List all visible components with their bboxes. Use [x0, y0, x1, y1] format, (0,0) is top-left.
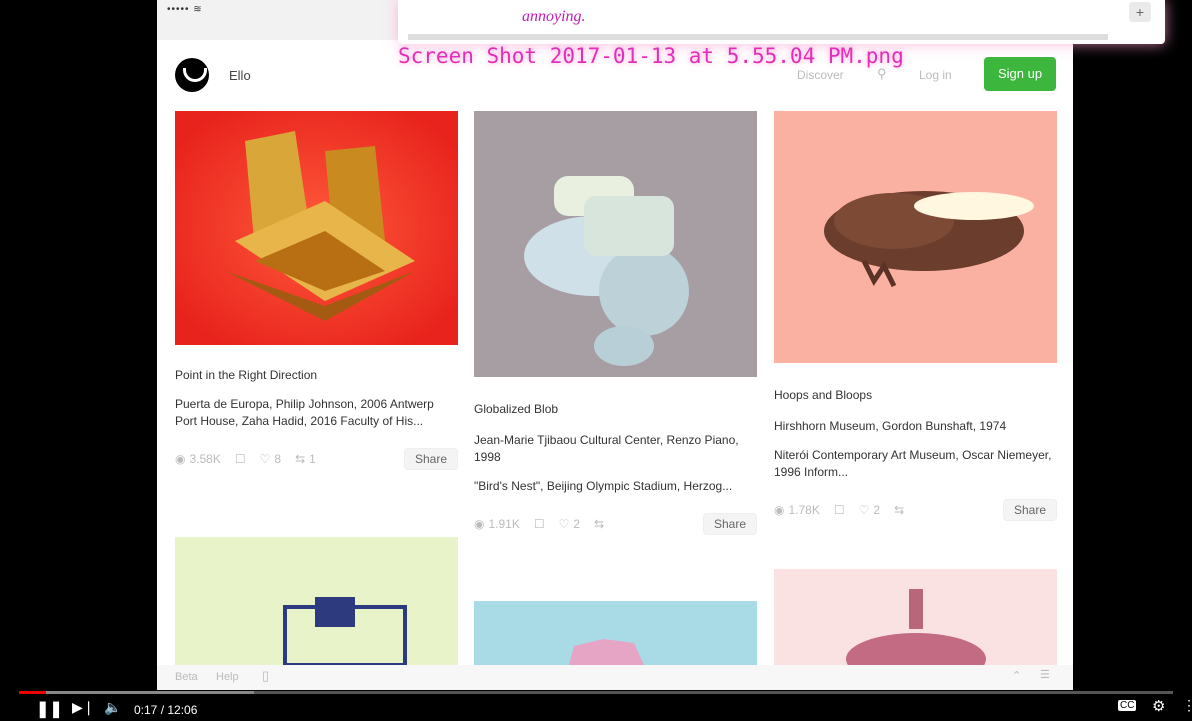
- chevron-up-icon[interactable]: ⌃: [1012, 669, 1021, 682]
- likes-count: 2: [873, 503, 881, 517]
- likes-count: 2: [573, 517, 581, 531]
- heart-icon[interactable]: ♡: [260, 452, 271, 466]
- views-count: 1.91K: [488, 517, 520, 531]
- video-controls: ❚❚ ▶❘ 🔈 0:17 / 12:06 CC ⚙ ⋮: [0, 694, 1192, 721]
- post-stats: ◉ 1.91K ☐ ♡ 2 ⇆ Share: [474, 513, 757, 535]
- post-description: "Bird's Nest", Beijing Olympic Stadium, …: [474, 479, 733, 493]
- views-count: 1.78K: [788, 503, 820, 517]
- login-link[interactable]: Log in: [919, 68, 952, 82]
- comment-icon[interactable]: ☐: [834, 503, 845, 517]
- signup-button[interactable]: Sign up: [984, 57, 1056, 91]
- menu-icon[interactable]: ☰: [1040, 668, 1050, 681]
- help-link[interactable]: Help: [216, 671, 239, 683]
- heart-icon[interactable]: ♡: [859, 503, 870, 517]
- footer: Beta Help ▯ ⌃ ☰: [157, 665, 1073, 690]
- overlay-panel: annoying. +: [398, 0, 1165, 44]
- post-image[interactable]: [474, 111, 757, 377]
- time-display: 0:17 / 12:06: [134, 703, 198, 717]
- post-description: Niterói Contemporary Art Museum, Oscar N…: [774, 448, 1052, 479]
- comment-icon[interactable]: ☐: [235, 452, 246, 466]
- comment-icon[interactable]: ☐: [534, 517, 545, 531]
- post-image[interactable]: [774, 569, 1057, 665]
- views-icon: ◉: [175, 452, 186, 466]
- post-stats: ◉ 1.78K ☐ ♡ 2 ⇆ Share: [774, 499, 1057, 521]
- views-count: 3.58K: [189, 452, 221, 466]
- views-icon: ◉: [474, 517, 485, 531]
- post-description: Jean-Marie Tjibaou Cultural Center, Renz…: [474, 433, 739, 464]
- captions-icon[interactable]: CC: [1118, 700, 1137, 711]
- mobile-icon[interactable]: ▯: [262, 668, 269, 684]
- likes-count: 8: [274, 452, 282, 466]
- heart-icon[interactable]: ♡: [559, 517, 570, 531]
- brand-name[interactable]: Ello: [229, 68, 251, 83]
- post-image[interactable]: [175, 111, 458, 345]
- repost-icon[interactable]: ⇆: [295, 452, 305, 466]
- app-frame: ••••• ≋ Ello Discover ⚲ Log in Sign up P…: [157, 0, 1073, 690]
- post-description: Puerta de Europa, Philip Johnson, 2006 A…: [175, 397, 434, 428]
- next-icon[interactable]: ▶❘: [72, 699, 95, 716]
- post-card[interactable]: Globalized Blob Jean-Marie Tjibaou Cultu…: [474, 111, 757, 535]
- overlay-text: annoying.: [522, 8, 586, 25]
- discover-link[interactable]: Discover: [797, 68, 844, 82]
- volume-icon[interactable]: 🔈: [104, 699, 121, 716]
- search-icon[interactable]: ⚲: [877, 66, 887, 82]
- beta-link[interactable]: Beta: [175, 671, 198, 683]
- share-button[interactable]: Share: [1002, 499, 1057, 521]
- post-image[interactable]: [175, 537, 458, 665]
- views-icon: ◉: [774, 503, 785, 517]
- post-title: Globalized Blob: [474, 402, 559, 416]
- post-description: Hirshhorn Museum, Gordon Bunshaft, 1974: [774, 419, 1007, 433]
- fullscreen-icon[interactable]: ⋮: [1182, 697, 1192, 714]
- post-card[interactable]: Point in the Right Direction Puerta de E…: [175, 111, 458, 470]
- ello-logo-icon[interactable]: [175, 58, 209, 92]
- post-card[interactable]: Hoops and Bloops Hirshhorn Museum, Gordo…: [774, 111, 1057, 521]
- pause-icon[interactable]: ❚❚: [36, 699, 63, 719]
- share-button[interactable]: Share: [403, 448, 458, 470]
- post-image[interactable]: [774, 111, 1057, 363]
- post-title: Point in the Right Direction: [175, 368, 318, 382]
- plus-icon[interactable]: +: [1129, 2, 1151, 22]
- screenshot-filename: Screen Shot 2017-01-13 at 5.55.04 PM.png: [398, 44, 904, 68]
- share-button[interactable]: Share: [702, 513, 757, 535]
- horizontal-scrollbar[interactable]: [408, 34, 1108, 40]
- post-stats: ◉ 3.58K ☐ ♡ 8 ⇆ 1 Share: [175, 448, 458, 470]
- post-image[interactable]: [474, 601, 757, 665]
- repost-icon[interactable]: ⇆: [594, 517, 604, 531]
- repost-icon[interactable]: ⇆: [894, 503, 904, 517]
- settings-icon[interactable]: ⚙: [1152, 697, 1165, 715]
- reposts-count: 1: [309, 452, 316, 466]
- post-title: Hoops and Bloops: [774, 388, 873, 402]
- carrier-signal: ••••• ≋: [167, 4, 203, 15]
